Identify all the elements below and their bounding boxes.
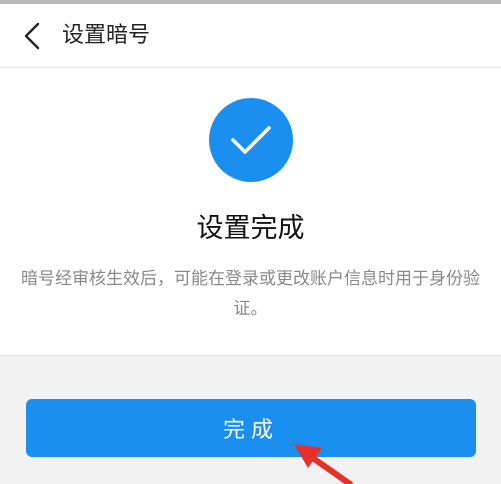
back-button[interactable] [12,16,52,56]
status-title: 设置完成 [196,213,305,244]
status-description: 暗号经审核生效后，可能在登录或更改账户信息时用于身份验证。 [21,269,480,319]
page-title: 设置暗号 [62,23,151,48]
done-button[interactable]: 完成 [26,399,476,457]
result-panel: 设置完成 暗号经审核生效后，可能在登录或更改账户信息时用于身份验证。 [0,68,501,356]
annotation-arrow-icon [294,444,353,484]
success-badge [209,98,293,182]
check-icon [231,126,271,154]
header-bar: 设置暗号 [0,4,501,68]
chevron-left-icon [24,22,40,50]
